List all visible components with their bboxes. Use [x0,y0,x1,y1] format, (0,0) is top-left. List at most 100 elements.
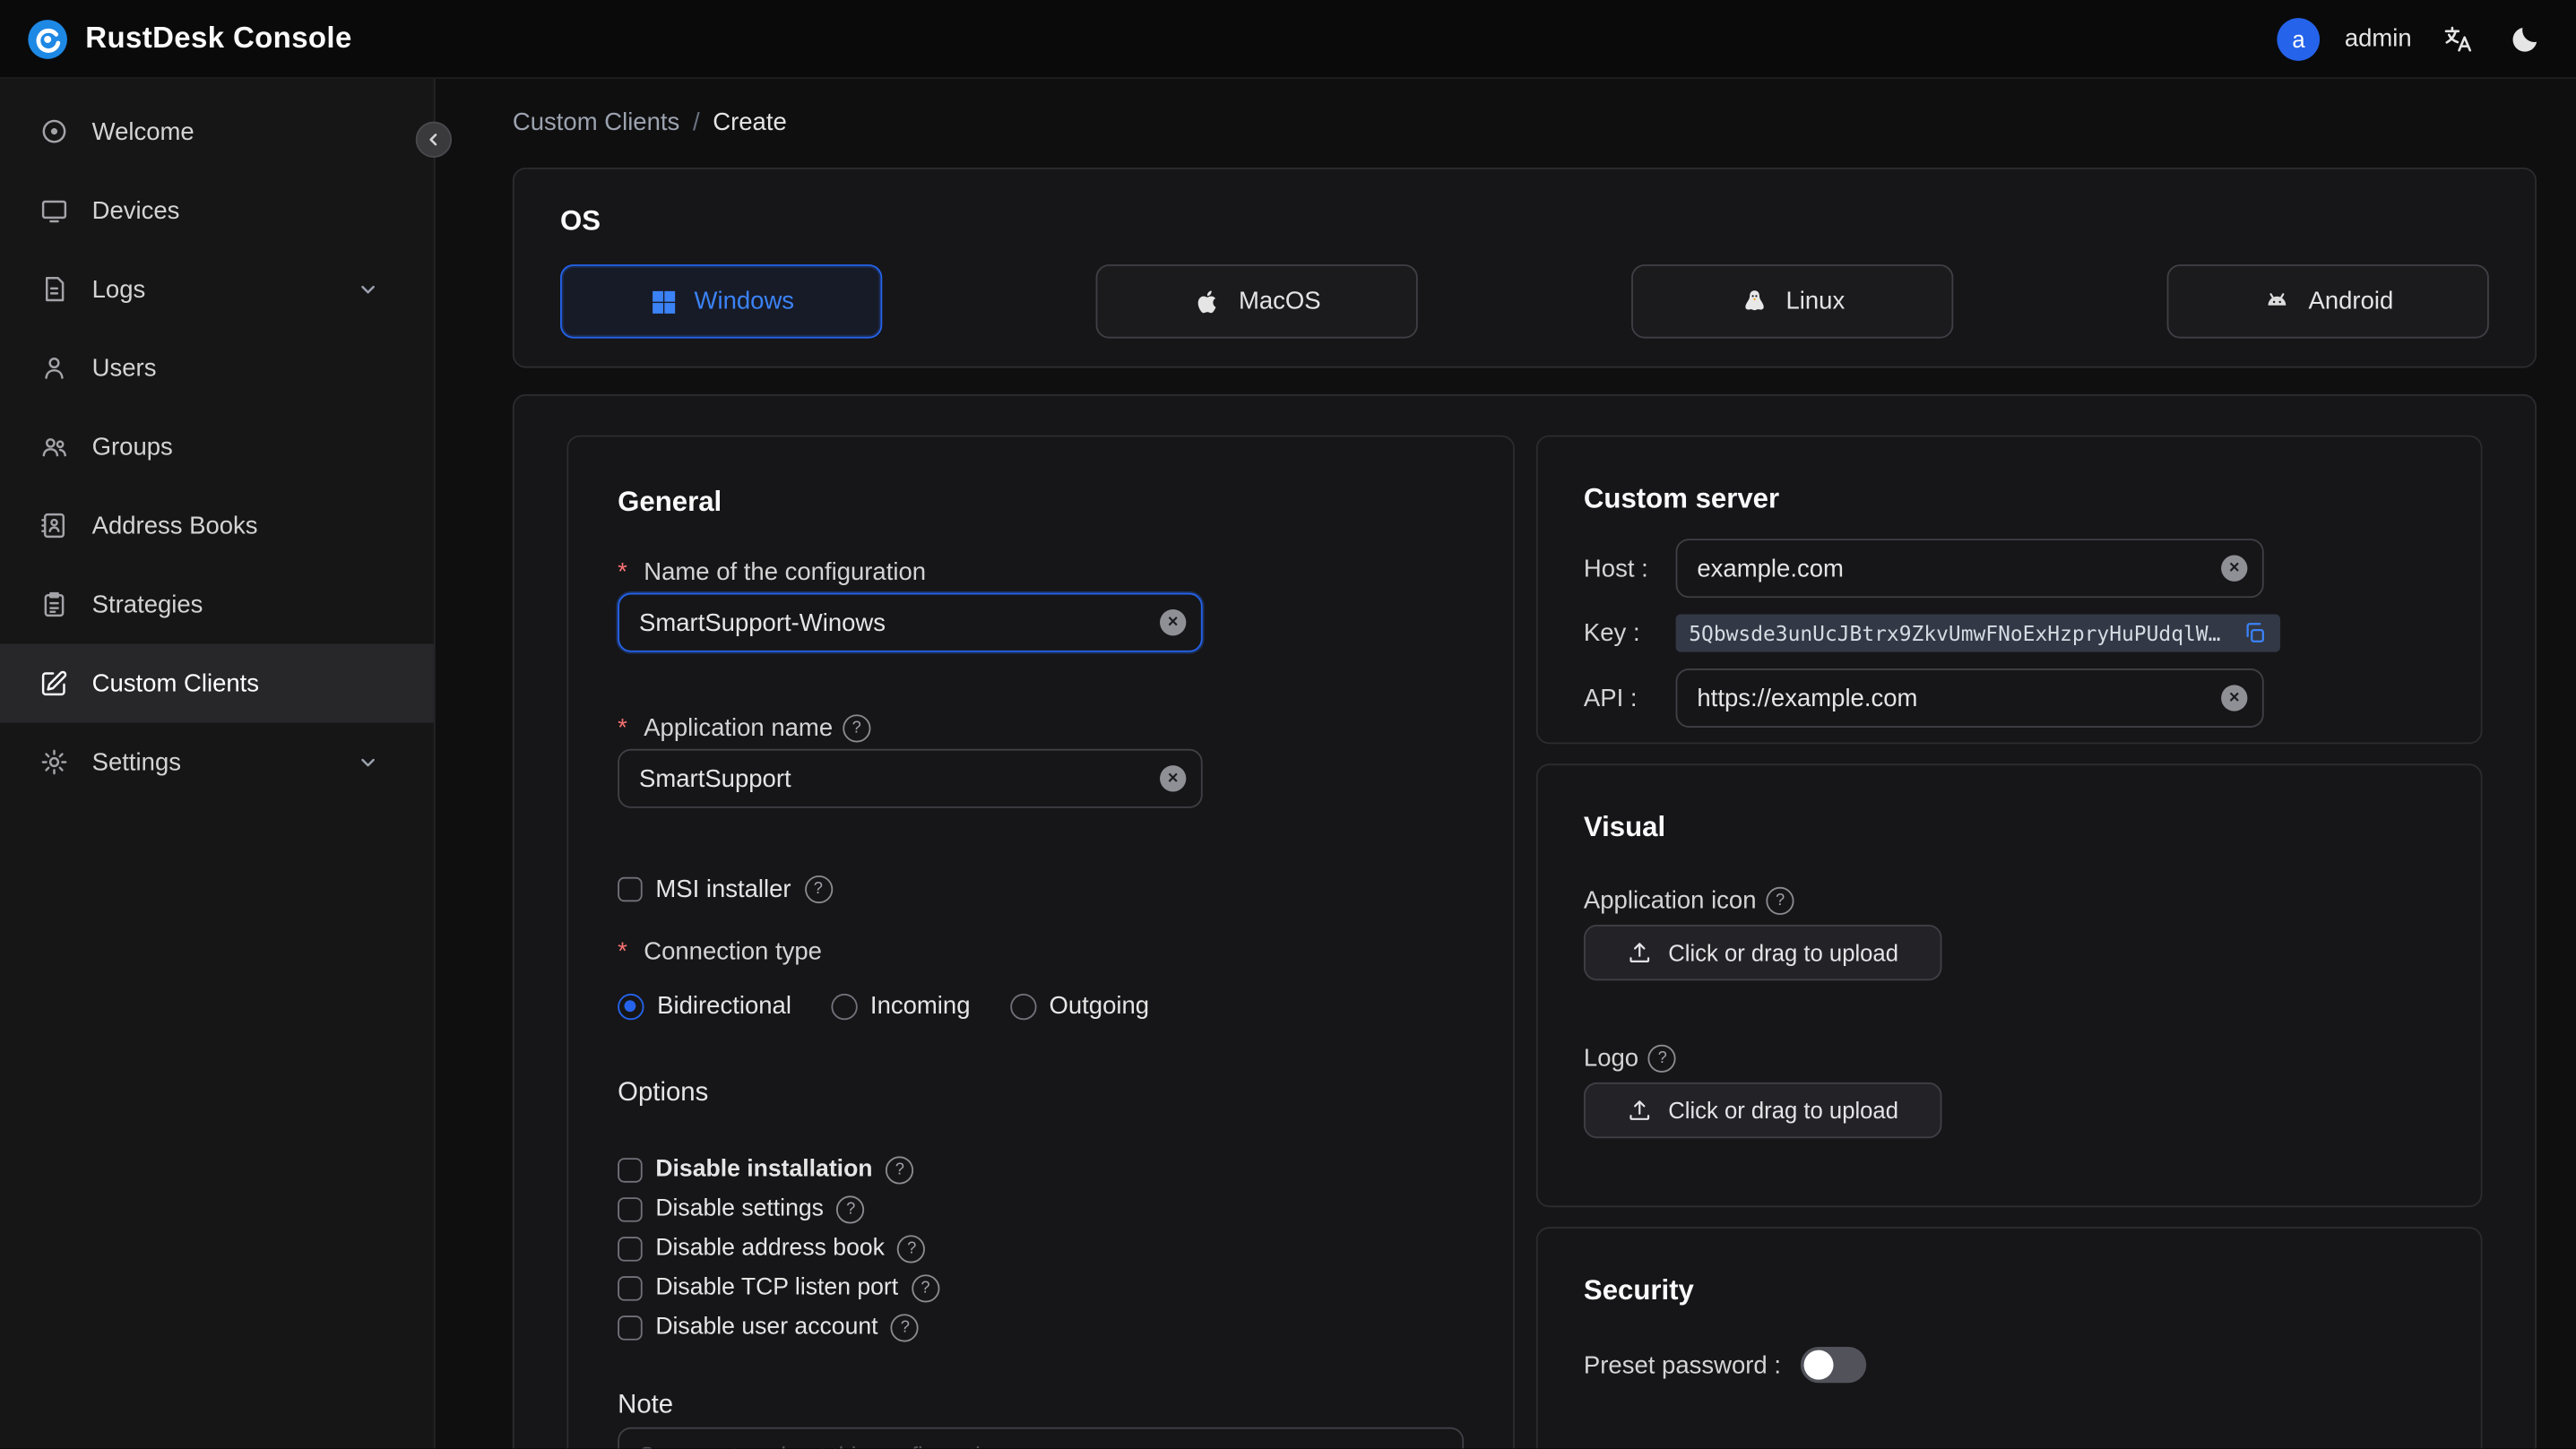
os-button-macos[interactable]: MacOS [1095,264,1418,339]
radio-outgoing[interactable]: Outgoing [1009,992,1149,1020]
config-name-field: × [618,592,1203,652]
api-label: API : [1583,684,1638,712]
breadcrumb-parent[interactable]: Custom Clients [513,108,679,136]
logo-label: Logo ? [1584,1044,2434,1073]
disable-address-book-checkbox[interactable] [618,1236,643,1261]
os-button-android[interactable]: Android [2166,264,2489,339]
radio-incoming[interactable]: Incoming [830,992,971,1021]
sidebar-item-label: Custom Clients [91,668,260,698]
sidebar-item-label: Strategies [91,590,203,619]
dark-mode-icon[interactable] [2503,17,2546,60]
msi-installer-label: MSI installer [655,875,791,903]
clear-icon[interactable]: × [1160,609,1187,636]
host-input[interactable] [1675,539,2264,599]
general-title: General [618,486,722,518]
help-icon[interactable]: ? [886,1155,914,1184]
general-card: General Name of the configuration × Appl… [566,435,1515,1449]
config-name-input[interactable] [618,592,1203,652]
sidebar-item-address-books[interactable]: Address Books [0,487,434,565]
sidebar-item-logs[interactable]: Logs [0,250,434,329]
os-options-row: Windows MacOS Linux Android [560,264,2489,339]
key-label: Key : [1583,619,1640,648]
os-button-label: Windows [694,287,795,315]
user-avatar[interactable]: a [2277,17,2321,60]
option-label: Disable TCP listen port [655,1274,899,1301]
key-value: 5Qbwsde3unUcJBtrx9ZkvUmwFNoExHzpryHuPUdq… [1689,620,2233,646]
sidebar-collapse-button[interactable] [415,121,453,158]
sidebar-item-label: Groups [91,432,173,461]
option-label: Disable user account [655,1314,878,1341]
copy-icon[interactable] [2243,621,2267,645]
clear-icon[interactable]: × [1160,765,1187,792]
address-book-icon [39,511,69,540]
host-label: Host : [1583,554,1648,582]
chevron-down-icon [355,749,381,775]
radio-icon[interactable] [618,992,644,1020]
preset-password-row: Preset password : [1584,1346,2434,1384]
help-icon[interactable]: ? [1648,1044,1677,1073]
brand: RustDesk Console [26,17,351,60]
language-icon[interactable] [2436,17,2479,60]
disable-tcp-listen-port-checkbox[interactable] [618,1275,643,1300]
disable-settings-checkbox[interactable] [618,1196,643,1221]
clear-icon[interactable]: × [2221,555,2248,582]
help-icon[interactable]: ? [1766,886,1794,915]
radio-icon[interactable] [830,992,858,1020]
sidebar-item-devices[interactable]: Devices [0,171,434,250]
os-button-windows[interactable]: Windows [560,264,883,339]
msi-installer-row: MSI installer ? [618,869,1464,909]
radio-bidirectional[interactable]: Bidirectional [618,992,791,1020]
clear-icon[interactable]: × [2221,685,2248,712]
sidebar-item-label: Devices [91,196,180,225]
disable-installation-checkbox[interactable] [618,1157,643,1182]
sidebar-item-users[interactable]: Users [0,329,434,408]
option-disable-address-book: Disable address book ? [618,1229,1464,1268]
msi-installer-checkbox[interactable] [618,875,643,901]
option-label: Disable address book [655,1235,885,1262]
host-field: × [1675,539,2264,599]
app-name-label-text: Application name [644,714,834,743]
sidebar-item-welcome[interactable]: Welcome [0,92,434,171]
os-button-label: MacOS [1238,287,1321,315]
radio-label: Incoming [869,992,971,1021]
breadcrumb-current: Create [713,108,787,137]
application-icon-label: Application icon ? [1584,886,2434,915]
sidebar: Welcome Devices Logs Users Groups Addres… [0,78,453,1449]
radio-icon[interactable] [1009,992,1036,1020]
note-textarea[interactable] [618,1427,1465,1449]
sidebar-item-custom-clients[interactable]: Custom Clients [0,643,434,723]
welcome-icon [39,116,69,146]
help-icon[interactable]: ? [804,875,833,903]
help-icon[interactable]: ? [911,1273,939,1302]
app-icon-upload-button[interactable]: Click or drag to upload [1583,924,1942,981]
key-row: Key : 5Qbwsde3unUcJBtrx9ZkvUmwFNoExHzpry… [1583,614,2434,652]
help-icon[interactable]: ? [836,1195,865,1223]
logo-upload-button[interactable]: Click or drag to upload [1583,1082,1942,1139]
app-name-input[interactable] [618,748,1203,808]
radio-label: Bidirectional [657,992,791,1021]
visual-title: Visual [1583,811,1666,843]
app-name-label: Application name ? [618,714,1464,743]
help-icon[interactable]: ? [897,1234,926,1263]
sidebar-item-strategies[interactable]: Strategies [0,565,434,644]
app-title: RustDesk Console [85,21,352,55]
disable-user-account-checkbox[interactable] [618,1315,643,1340]
api-input[interactable] [1675,668,2264,728]
username[interactable]: admin [2345,24,2412,52]
monitor-icon [39,195,69,225]
radio-label: Outgoing [1049,992,1150,1021]
preset-password-toggle[interactable] [1800,1346,1867,1384]
rustdesk-console-app: RustDesk Console a admin Welcome Devices… [0,0,2576,1449]
breadcrumb-separator: / [692,108,700,137]
sidebar-item-settings[interactable]: Settings [0,722,434,801]
help-icon[interactable]: ? [843,714,871,743]
os-button-linux[interactable]: Linux [1631,264,1954,339]
sidebar-item-groups[interactable]: Groups [0,408,434,487]
option-label: Disable settings [655,1195,824,1222]
upload-icon [1627,939,1653,965]
right-column: Custom server Host : × Key : 5Qbwsde3unU… [1535,435,2483,1449]
option-disable-installation: Disable installation ? [618,1150,1464,1189]
breadcrumb: Custom Clients / Create [513,108,2537,136]
help-icon[interactable]: ? [891,1313,920,1341]
sidebar-item-label: Users [91,353,157,383]
